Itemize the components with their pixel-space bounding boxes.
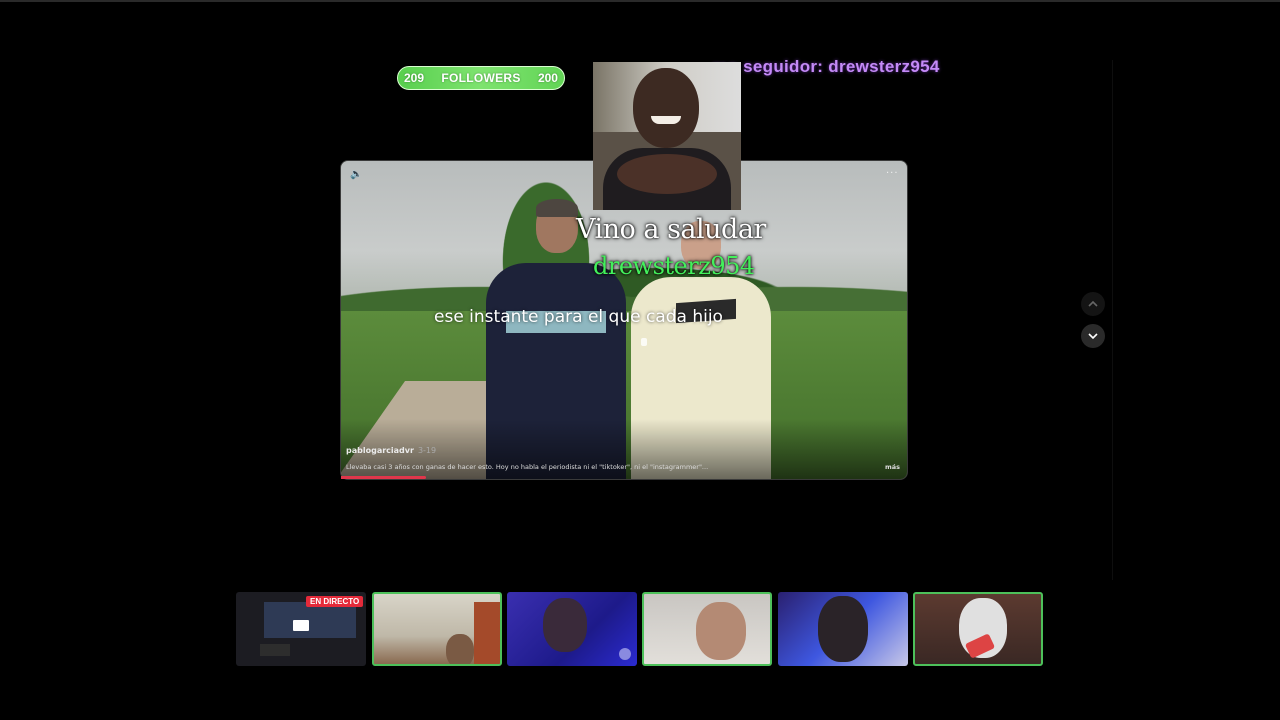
stream-thumbnail[interactable]: [913, 592, 1043, 666]
stream-thumbnail[interactable]: EN DIRECTO: [236, 592, 366, 666]
next-video-button[interactable]: [1081, 324, 1105, 348]
alert-username: drewsterz954: [593, 252, 755, 280]
chevron-up-icon: [1088, 300, 1098, 307]
volume-icon[interactable]: 🔈: [350, 169, 362, 180]
video-date: 3-19: [417, 446, 437, 455]
stream-thumbnail[interactable]: [778, 592, 908, 666]
stream-thumbnail[interactable]: [507, 592, 637, 666]
video-progress-bar[interactable]: [341, 476, 426, 479]
video-caption: Llevaba casi 3 años con ganas de hacer e…: [346, 463, 709, 471]
logo-icon: [619, 648, 631, 660]
chevron-down-icon: [1088, 333, 1098, 340]
top-divider: [0, 0, 1280, 2]
stream-thumbnail[interactable]: [642, 592, 772, 666]
stream-thumbnail-row: EN DIRECTO: [236, 592, 1044, 666]
mouse-cursor: [641, 338, 647, 346]
followers-label: FOLLOWERS: [441, 71, 521, 85]
live-badge: EN DIRECTO: [306, 596, 364, 607]
more-options-icon[interactable]: ···: [886, 168, 899, 179]
side-divider: [1112, 60, 1113, 580]
alert-title: Vino a saludar: [576, 214, 766, 245]
stream-thumbnail[interactable]: [372, 592, 502, 666]
webcam-overlay: [593, 62, 741, 210]
last-follower-ticker: mo seguidor: drewsterz954: [712, 57, 940, 76]
followers-current: 209: [404, 71, 425, 85]
monitor-icon: [293, 620, 309, 631]
more-caption-link[interactable]: más: [885, 463, 900, 471]
video-author-name[interactable]: pablogarciadvr: [346, 446, 414, 455]
previous-video-button[interactable]: [1081, 292, 1105, 316]
video-author[interactable]: pablogarciadvr 3-19: [346, 446, 436, 455]
followers-goal-bar: 209 FOLLOWERS 200: [397, 66, 565, 90]
followers-goal: 200: [537, 71, 558, 85]
video-subtitle: ese instante para el que cada hijo: [434, 307, 723, 327]
